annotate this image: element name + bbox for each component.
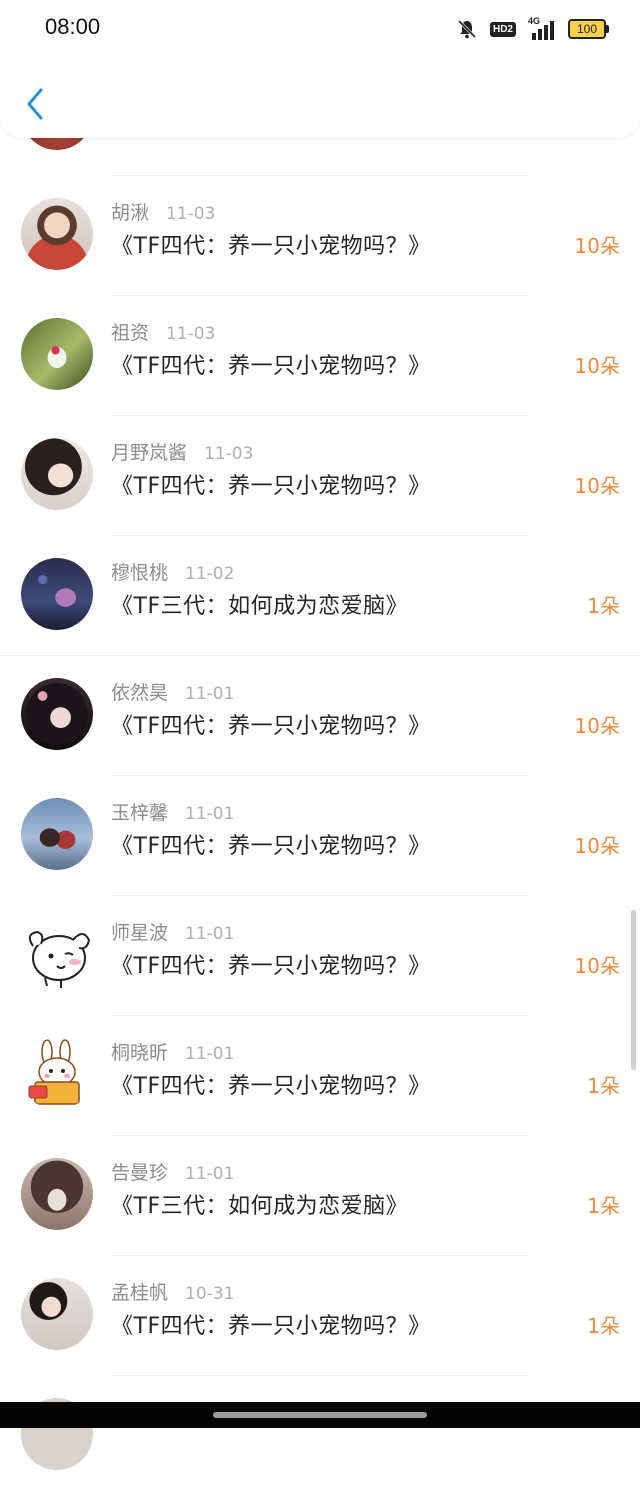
avatar[interactable] <box>21 558 93 630</box>
bell-muted-icon <box>457 19 477 39</box>
list-item[interactable]: 桐晓昕 11-01 《TF四代：养一只小宠物吗？》 1朵 <box>0 1016 640 1136</box>
date: 11-03 <box>166 204 216 224</box>
user-name: 玉梓馨 <box>111 802 169 824</box>
user-name: 胡湫 <box>111 202 150 224</box>
home-indicator[interactable] <box>213 1412 427 1418</box>
date: 11-03 <box>204 444 254 464</box>
status-icons: HD2 4G 100 <box>456 16 609 42</box>
gift-amount: 10朵 <box>574 354 620 378</box>
gift-amount: 1朵 <box>587 1194 620 1218</box>
gift-amount: 10朵 <box>574 714 620 738</box>
avatar[interactable] <box>21 678 93 750</box>
gift-title: 《TF四代：养一只小宠物吗？》 <box>111 474 431 499</box>
date: 10-31 <box>185 1284 235 1304</box>
avatar[interactable] <box>21 918 93 990</box>
gift-title: 《TF四代：养一只小宠物吗？》 <box>111 834 431 859</box>
battery-icon: 100 <box>568 19 609 39</box>
list-item[interactable] <box>0 1376 640 1496</box>
status-time: 08:00 <box>45 14 101 39</box>
gift-title: 《TF四代：养一只小宠物吗？》 <box>111 1074 431 1099</box>
date: 11-01 <box>185 1044 235 1064</box>
cartoon-bunny-icon <box>28 1039 80 1105</box>
user-name: 祖资 <box>111 322 150 344</box>
cartoon-dog-icon <box>28 930 91 988</box>
user-name: 月野岚酱 <box>111 442 188 464</box>
user-name: 桐晓昕 <box>111 1042 169 1064</box>
avatar[interactable] <box>21 1038 93 1110</box>
chevron-left-icon <box>27 88 43 120</box>
avatar[interactable] <box>21 438 93 510</box>
gift-amount: 10朵 <box>574 234 620 258</box>
user-name: 告曼珍 <box>111 1162 169 1184</box>
gift-title: 《TF三代：如何成为恋爱脑》 <box>111 1194 409 1219</box>
date: 11-02 <box>185 564 235 584</box>
date: 11-01 <box>185 804 235 824</box>
gift-amount: 10朵 <box>574 474 620 498</box>
gift-amount: 10朵 <box>574 954 620 978</box>
gift-amount: 1朵 <box>587 594 620 618</box>
gift-amount: 10朵 <box>574 834 620 858</box>
gift-amount: 1朵 <box>587 1074 620 1098</box>
date: 11-01 <box>185 924 235 944</box>
list-item[interactable]: 胡湫 11-03 《TF四代：养一只小宠物吗？》 10朵 <box>0 176 640 296</box>
avatar[interactable] <box>21 198 93 270</box>
avatar[interactable] <box>21 1158 93 1230</box>
list-item[interactable]: 月野岚酱 11-03 《TF四代：养一只小宠物吗？》 10朵 <box>0 416 640 536</box>
avatar[interactable] <box>21 318 93 390</box>
user-name: 师星波 <box>111 922 169 944</box>
back-button[interactable] <box>18 84 52 124</box>
network-type: 4G <box>528 16 541 26</box>
top-bar: 08:00 HD2 4G 100 <box>0 0 640 138</box>
date: 11-01 <box>185 684 235 704</box>
avatar[interactable] <box>21 1278 93 1350</box>
user-name: 依然昊 <box>111 682 169 704</box>
hd-badge: HD2 <box>489 21 516 37</box>
list-item[interactable]: 师星波 11-01 《TF四代：养一只小宠物吗？》 10朵 <box>0 896 640 1016</box>
list-item[interactable]: 穆恨桃 11-02 《TF三代：如何成为恋爱脑》 1朵 <box>0 536 640 656</box>
list-item[interactable]: 告曼珍 11-01 《TF三代：如何成为恋爱脑》 1朵 <box>0 1136 640 1256</box>
gift-title: 《TF三代：如何成为恋爱脑》 <box>111 594 409 619</box>
scrollbar[interactable] <box>631 910 636 1070</box>
signal-icon: 4G <box>528 16 556 40</box>
gift-amount: 1朵 <box>587 1314 620 1338</box>
date: 11-01 <box>185 1164 235 1184</box>
gift-title: 《TF四代：养一只小宠物吗？》 <box>111 954 431 979</box>
gift-title: 《TF四代：养一只小宠物吗？》 <box>111 1314 431 1339</box>
gift-title: 《TF四代：养一只小宠物吗？》 <box>111 234 431 259</box>
user-name: 孟桂帆 <box>111 1282 169 1304</box>
gesture-bar <box>0 1402 640 1428</box>
list-item[interactable]: 玉梓馨 11-01 《TF四代：养一只小宠物吗？》 10朵 <box>0 776 640 896</box>
list-item[interactable]: 孟桂帆 10-31 《TF四代：养一只小宠物吗？》 1朵 <box>0 1256 640 1376</box>
list-item[interactable]: 依然昊 11-01 《TF四代：养一只小宠物吗？》 10朵 <box>0 656 640 776</box>
date: 11-03 <box>166 324 216 344</box>
gift-title: 《TF四代：养一只小宠物吗？》 <box>111 354 431 379</box>
gift-title: 《TF四代：养一只小宠物吗？》 <box>111 714 431 739</box>
user-name: 穆恨桃 <box>111 562 169 584</box>
avatar[interactable] <box>21 798 93 870</box>
list-item[interactable]: 祖资 11-03 《TF四代：养一只小宠物吗？》 10朵 <box>0 296 640 416</box>
